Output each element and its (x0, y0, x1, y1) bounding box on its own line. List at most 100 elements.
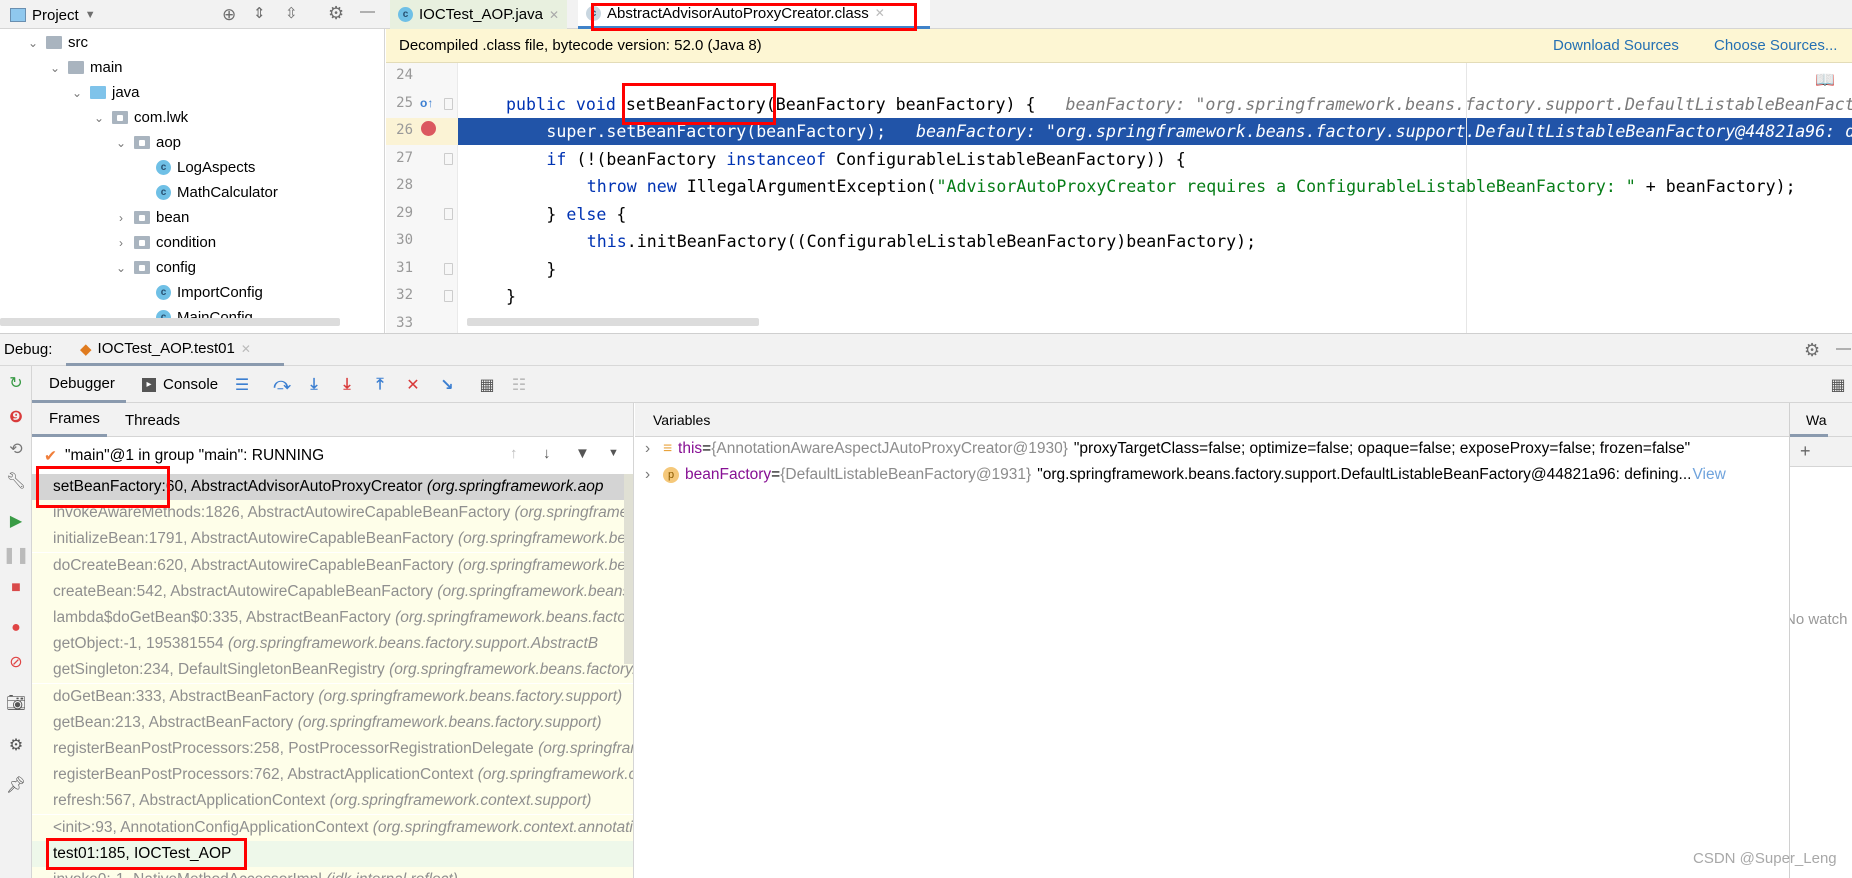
minimize-icon[interactable]: — (1836, 340, 1851, 357)
tree-item[interactable]: ⌄ java (70, 80, 140, 105)
code-line[interactable]: public void setBeanFactory(BeanFactory b… (458, 91, 1852, 118)
code-line[interactable] (458, 63, 1852, 90)
expand-all-icon[interactable]: ⇕ (253, 4, 266, 22)
wrench-icon[interactable]: 🔧︎ (6, 471, 26, 491)
tree-item[interactable]: c ImportConfig (136, 280, 263, 305)
chevron-right-icon[interactable]: › (645, 462, 657, 488)
stack-frame[interactable]: refresh:567, AbstractApplicationContext … (32, 788, 633, 815)
override-marker-icon[interactable]: o↑ (420, 96, 433, 110)
tree-item[interactable]: ⌄ src (26, 30, 88, 55)
chevron-down-icon[interactable]: ⌄ (114, 261, 128, 275)
tree-item[interactable]: c MathCalculator (136, 180, 278, 205)
tree-item[interactable]: › condition (114, 230, 216, 255)
chevron-right-icon[interactable]: › (114, 236, 128, 250)
debug-session-tab[interactable]: ◆ IOCTest_AOP.test01 ✕ (66, 334, 284, 366)
fold-marker-icon[interactable] (444, 152, 453, 165)
tree-item[interactable]: ⌄ config (114, 255, 196, 280)
drop-frame-icon[interactable]: ✕ (403, 375, 423, 395)
stack-frame[interactable]: createBean:542, AbstractAutowireCapableB… (32, 578, 633, 605)
stack-frame[interactable]: test01:185, IOCTest_AOP (32, 840, 633, 867)
variable-row[interactable]: › ≡ this = {AnnotationAwareAspectJAutoProx… (645, 436, 1690, 462)
project-view-selector[interactable]: Project ▼ (10, 4, 96, 26)
rerun-failed-icon[interactable]: ❾ (6, 407, 26, 427)
chevron-down-icon[interactable]: ⌄ (48, 61, 62, 75)
mute-breakpoints-icon[interactable]: ⊘ (6, 652, 26, 672)
stack-frame[interactable]: lambda$doGetBean$0:335, AbstractBeanFact… (32, 605, 633, 631)
frames-scrollbar[interactable] (624, 474, 633, 664)
stack-frame[interactable]: initializeBean:1791, AbstractAutowireCap… (32, 526, 633, 553)
tab-console[interactable]: ▸ Console (142, 366, 218, 403)
filter-icon[interactable]: ▼ (575, 445, 590, 462)
editor-gutter[interactable]: 24 25 26 27 28 29 30 31 32 33 o↑ (386, 63, 458, 333)
fold-marker-icon[interactable] (444, 290, 453, 302)
force-step-into-icon[interactable]: ⤓ (337, 375, 357, 395)
stack-frame[interactable]: invoke0:-1, NativeMethodAccessorImpl (jd… (32, 867, 633, 878)
collapse-all-icon[interactable]: ⇳ (285, 4, 298, 22)
editor-scrollbar[interactable] (467, 318, 759, 326)
stack-frame[interactable]: doGetBean:333, AbstractBeanFactory (org.… (32, 683, 633, 710)
view-link[interactable]: View (1692, 462, 1725, 488)
arrow-up-icon[interactable]: ↑ (510, 445, 518, 462)
pause-icon[interactable]: ❚❚ (3, 545, 30, 565)
tab-abstract-advisor-auto-proxy-creator[interactable]: c AbstractAdvisorAutoProxyCreator.class … (578, 0, 930, 29)
chevron-down-icon[interactable]: ⌄ (26, 36, 40, 50)
settings-icon[interactable]: ⚙ (6, 735, 26, 755)
project-scrollbar[interactable] (0, 318, 340, 326)
step-over-icon[interactable]: ⤼ (272, 375, 292, 395)
gear-icon[interactable]: ⚙ (1804, 340, 1820, 361)
chevron-down-icon[interactable]: ▼ (608, 447, 619, 459)
code-line[interactable]: } (458, 256, 1852, 283)
code-line[interactable]: if (!(beanFactory instanceof Configurabl… (458, 146, 1852, 173)
pin-icon[interactable]: 📌︎ (6, 775, 26, 795)
code-line[interactable]: } (458, 283, 1852, 310)
gear-icon[interactable]: ⚙ (328, 3, 344, 24)
close-icon[interactable]: ✕ (241, 342, 251, 356)
step-into-icon[interactable]: ⤓ (304, 375, 324, 395)
stack-frame[interactable]: <init>:93, AnnotationConfigApplicationCo… (32, 814, 633, 841)
add-watch-icon[interactable]: + (1800, 441, 1811, 462)
stop-icon[interactable]: ■ (6, 578, 26, 598)
tab-debugger[interactable]: Debugger (32, 366, 126, 403)
stack-frame[interactable]: getSingleton:234, DefaultSingletonBeanRe… (32, 657, 633, 684)
stack-frame[interactable]: registerBeanPostProcessors:258, PostProc… (32, 736, 633, 762)
tree-item[interactable]: ⌄ aop (114, 130, 181, 155)
fold-marker-icon[interactable] (444, 262, 453, 275)
stack-frame[interactable]: getObject:-1, 195381554 (org.springframe… (32, 631, 633, 658)
locate-icon[interactable]: ⊕ (222, 5, 236, 25)
fold-marker-icon[interactable] (444, 97, 453, 110)
tree-item[interactable]: › bean (114, 205, 189, 230)
chevron-down-icon[interactable]: ⌄ (70, 86, 84, 100)
tab-frames[interactable]: Frames (32, 403, 107, 437)
tree-item[interactable]: ⌄ com.lwk (92, 105, 188, 130)
run-to-cursor-icon[interactable]: ↘ (437, 375, 457, 395)
resume-icon[interactable]: ▶ (6, 511, 26, 531)
close-icon[interactable]: ✕ (875, 6, 885, 20)
view-breakpoints-icon[interactable]: ● (6, 618, 26, 638)
close-icon[interactable]: ✕ (549, 8, 559, 22)
stack-frame[interactable]: doCreateBean:620, AbstractAutowireCapabl… (32, 552, 633, 579)
layout-icon[interactable]: ▦ (1828, 375, 1848, 395)
code-line[interactable]: throw new IllegalArgumentException("Advi… (458, 173, 1852, 200)
tab-threads[interactable]: Threads (125, 403, 180, 437)
show-execution-point-icon[interactable]: ☰ (232, 375, 252, 395)
trace-stream-icon[interactable]: ☷ (509, 375, 529, 395)
stack-frame[interactable]: getBean:213, AbstractBeanFactory (org.sp… (32, 709, 633, 736)
stack-frame[interactable]: setBeanFactory:60, AbstractAdvisorAutoPr… (32, 474, 633, 500)
chevron-down-icon[interactable]: ⌄ (92, 111, 106, 125)
rerun-icon[interactable]: ↻ (6, 373, 26, 393)
code-editor[interactable]: public void setBeanFactory(BeanFactory b… (458, 63, 1852, 333)
chevron-right-icon[interactable]: › (114, 211, 128, 225)
chevron-down-icon[interactable]: ⌄ (114, 136, 128, 150)
restore-layout-icon[interactable]: ⟲ (6, 439, 26, 459)
chevron-right-icon[interactable]: › (645, 436, 657, 462)
tree-item[interactable]: ⌄ main (48, 55, 123, 80)
code-line[interactable]: super.setBeanFactory(beanFactory); beanF… (458, 118, 1852, 145)
variable-row[interactable]: › p beanFactory = {DefaultListableBeanFact… (645, 462, 1726, 488)
breakpoint-icon[interactable] (421, 121, 436, 136)
code-line[interactable]: this.initBeanFactory((ConfigurableListab… (458, 228, 1852, 255)
arrow-down-icon[interactable]: ↓ (543, 445, 551, 462)
choose-sources-link[interactable]: Choose Sources... (1714, 37, 1837, 54)
fold-marker-icon[interactable] (444, 207, 453, 220)
step-out-icon[interactable]: ⤒ (370, 375, 390, 395)
camera-icon[interactable]: 📷︎ (6, 693, 26, 713)
